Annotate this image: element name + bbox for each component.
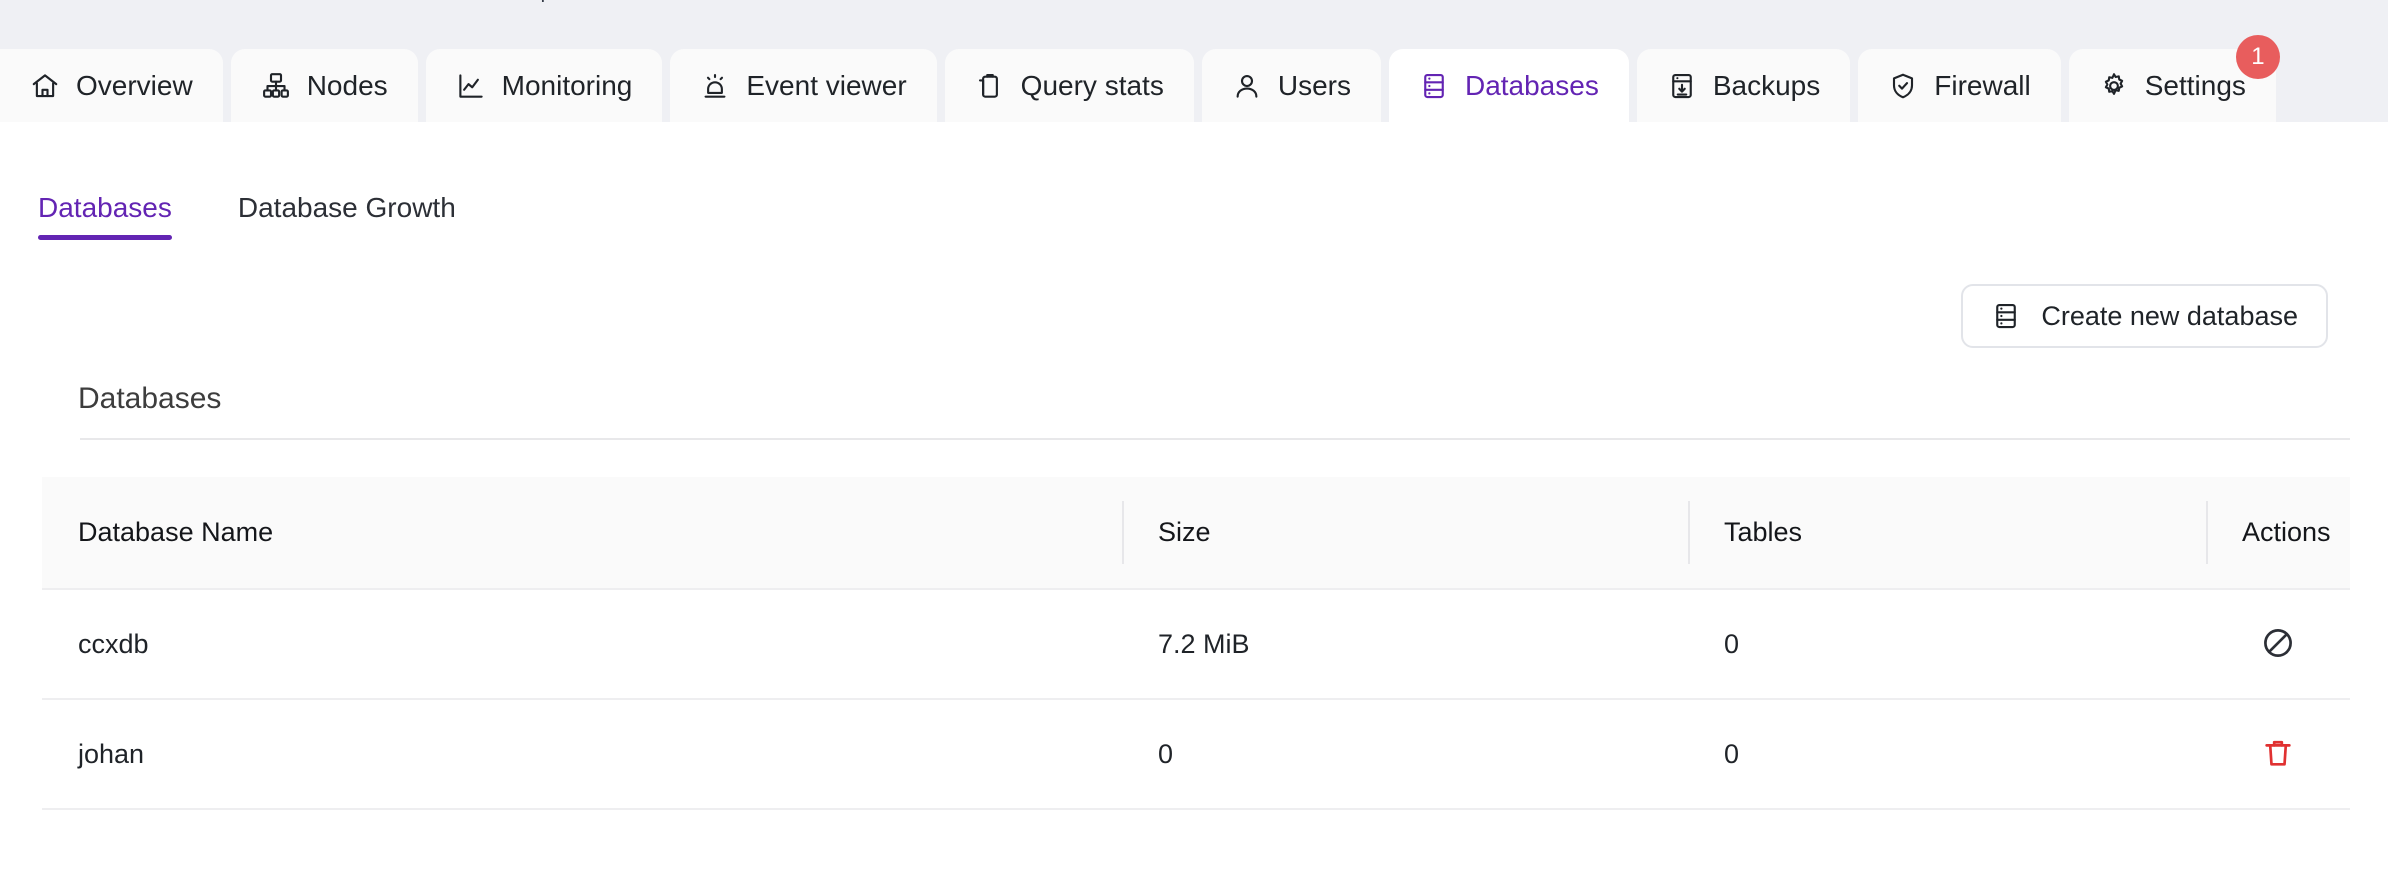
cell-tables: 0	[1688, 699, 2206, 810]
tab-nodes[interactable]: Nodes	[230, 49, 418, 122]
create-new-database-label: Create new database	[2041, 300, 2298, 331]
subtab-database-growth[interactable]: Database Growth	[238, 194, 456, 240]
tab-backups[interactable]: Backups	[1636, 49, 1851, 122]
table-header-row: Database Name Size Tables Actions	[42, 477, 2350, 589]
cell-size: 7.2 MiB	[1122, 588, 1688, 700]
siren-icon	[700, 71, 730, 101]
tab-label: Monitoring	[501, 69, 633, 101]
tab-event-viewer[interactable]: Event viewer	[670, 49, 937, 122]
database-icon	[1991, 301, 2021, 331]
table-row[interactable]: ccxdb 7.2 MiB 0	[42, 588, 2350, 700]
tab-strip: Overview Nodes Monitoring Event viewer Q…	[0, 35, 2280, 122]
tab-label: Query stats	[1020, 69, 1164, 101]
subtab-databases[interactable]: Databases	[38, 194, 172, 240]
tab-label: Nodes	[306, 69, 388, 101]
cell-actions	[2206, 588, 2350, 700]
cell-actions	[2206, 699, 2350, 810]
column-header-actions: Actions	[2206, 477, 2350, 589]
card-title: Databases	[78, 382, 222, 415]
primary-tab-bar: | Overview Nodes	[0, 0, 2388, 122]
tab-label: Settings	[2144, 69, 2246, 101]
cell-size: 0	[1122, 699, 1688, 810]
cell-database-name: johan	[42, 699, 1122, 810]
column-header-database-name: Database Name	[78, 517, 274, 547]
clipboard-icon	[975, 71, 1005, 101]
cell-database-name: ccxdb	[42, 588, 1122, 700]
databases-card: Databases Database Name Size Tables Acti…	[38, 382, 2350, 810]
tab-label: Users	[1277, 69, 1351, 101]
action-row: Create new database	[38, 240, 2350, 348]
database-icon	[1419, 71, 1449, 101]
tab-label: Backups	[1712, 69, 1821, 101]
tab-label: Event viewer	[746, 69, 907, 101]
tab-firewall[interactable]: Firewall	[1858, 49, 2061, 122]
sub-tab-bar: Databases Database Growth	[38, 122, 2350, 240]
databases-table: Database Name Size Tables Actions ccxdb …	[42, 477, 2350, 810]
page-content: Databases Database Growth Create new dat…	[0, 122, 2388, 886]
column-header-tables: Tables	[1688, 477, 2206, 589]
tab-overview[interactable]: Overview	[0, 49, 223, 122]
backup-icon	[1667, 71, 1697, 101]
cell-tables: 0	[1688, 588, 2206, 700]
tab-label: Databases	[1464, 69, 1599, 101]
tab-query-stats[interactable]: Query stats	[944, 49, 1194, 122]
table-header: Database Name Size Tables Actions	[42, 477, 2350, 589]
table-row[interactable]: johan 0 0	[42, 699, 2350, 810]
subtab-label: Databases	[38, 192, 172, 223]
card-divider	[80, 438, 2350, 440]
table-body: ccxdb 7.2 MiB 0 johan 0 0	[42, 588, 2350, 810]
chart-line-icon	[456, 71, 486, 101]
nodes-icon	[261, 71, 291, 101]
status-badge: 1	[2235, 35, 2280, 79]
gear-icon	[2099, 71, 2129, 101]
home-icon	[30, 71, 60, 101]
trash-icon[interactable]	[2256, 731, 2300, 775]
column-header-size: Size	[1122, 477, 1688, 589]
tab-databases[interactable]: Databases	[1388, 49, 1629, 122]
tab-monitoring[interactable]: Monitoring	[425, 49, 663, 122]
shield-check-icon	[1888, 71, 1918, 101]
breadcrumb-fragment: |	[540, 0, 546, 2]
user-icon	[1232, 71, 1262, 101]
create-new-database-button[interactable]: Create new database	[1961, 284, 2328, 348]
tab-users[interactable]: Users	[1201, 49, 1381, 122]
tab-label: Firewall	[1934, 69, 2031, 101]
subtab-label: Database Growth	[237, 192, 456, 223]
tab-label: Overview	[76, 69, 193, 101]
ban-icon[interactable]	[2256, 621, 2300, 665]
tab-settings[interactable]: Settings 1	[2068, 35, 2280, 122]
